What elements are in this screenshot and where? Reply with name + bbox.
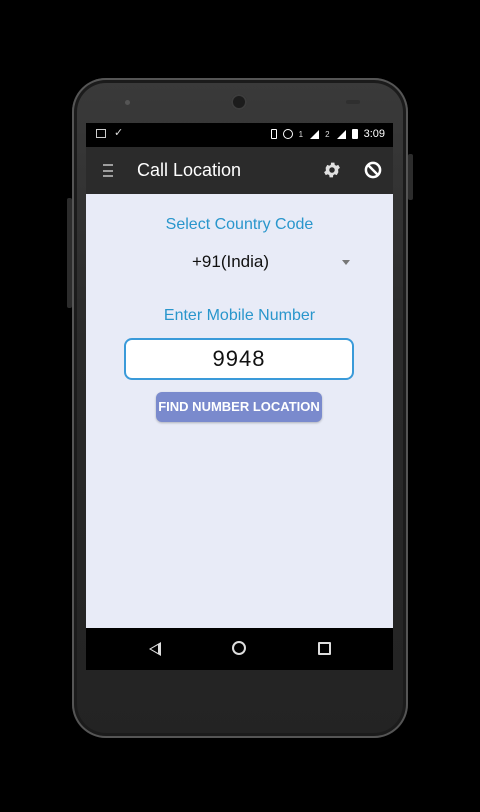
mobile-number-label: Enter Mobile Number xyxy=(163,307,316,324)
sim1-label: 1 xyxy=(298,129,304,139)
signal-icon xyxy=(336,129,346,139)
navigation-bar xyxy=(86,628,393,670)
check-notification-icon: ✓ xyxy=(114,127,124,139)
app-bar: Call Location xyxy=(86,147,393,194)
vibrate-icon xyxy=(270,129,277,139)
signal-icon xyxy=(310,129,320,139)
home-icon[interactable] xyxy=(232,641,246,655)
power-button xyxy=(408,154,413,200)
sim2-label: 2 xyxy=(325,129,330,139)
menu-icon[interactable] xyxy=(103,164,113,177)
clock: 3:09 xyxy=(363,128,385,140)
status-bar: ✓ 1 2 3:09 xyxy=(86,123,393,147)
image-notification-icon xyxy=(96,128,106,138)
country-code-label: Select Country Code xyxy=(165,216,314,233)
find-number-location-button[interactable]: FIND NUMBER LOCATION xyxy=(156,392,322,422)
earpiece xyxy=(125,100,130,105)
mobile-number-input[interactable]: 9948 xyxy=(124,338,354,380)
front-camera xyxy=(231,94,247,110)
battery-icon xyxy=(351,129,358,139)
block-icon[interactable] xyxy=(363,160,383,180)
country-code-dropdown[interactable]: +91(India) xyxy=(172,250,352,276)
proximity-sensor xyxy=(346,100,360,104)
main-content: Select Country Code +91(India) Enter Mob… xyxy=(86,194,393,628)
dropdown-arrow-icon xyxy=(342,260,350,265)
country-code-value: +91(India) xyxy=(192,252,270,271)
recent-apps-icon[interactable] xyxy=(318,642,331,655)
page-title: Call Location xyxy=(137,160,242,180)
alarm-icon xyxy=(282,129,293,139)
screen: ✓ 1 2 3:09 Call Location Select Country … xyxy=(86,123,393,670)
gear-icon[interactable] xyxy=(322,160,342,180)
back-icon[interactable] xyxy=(149,642,161,656)
